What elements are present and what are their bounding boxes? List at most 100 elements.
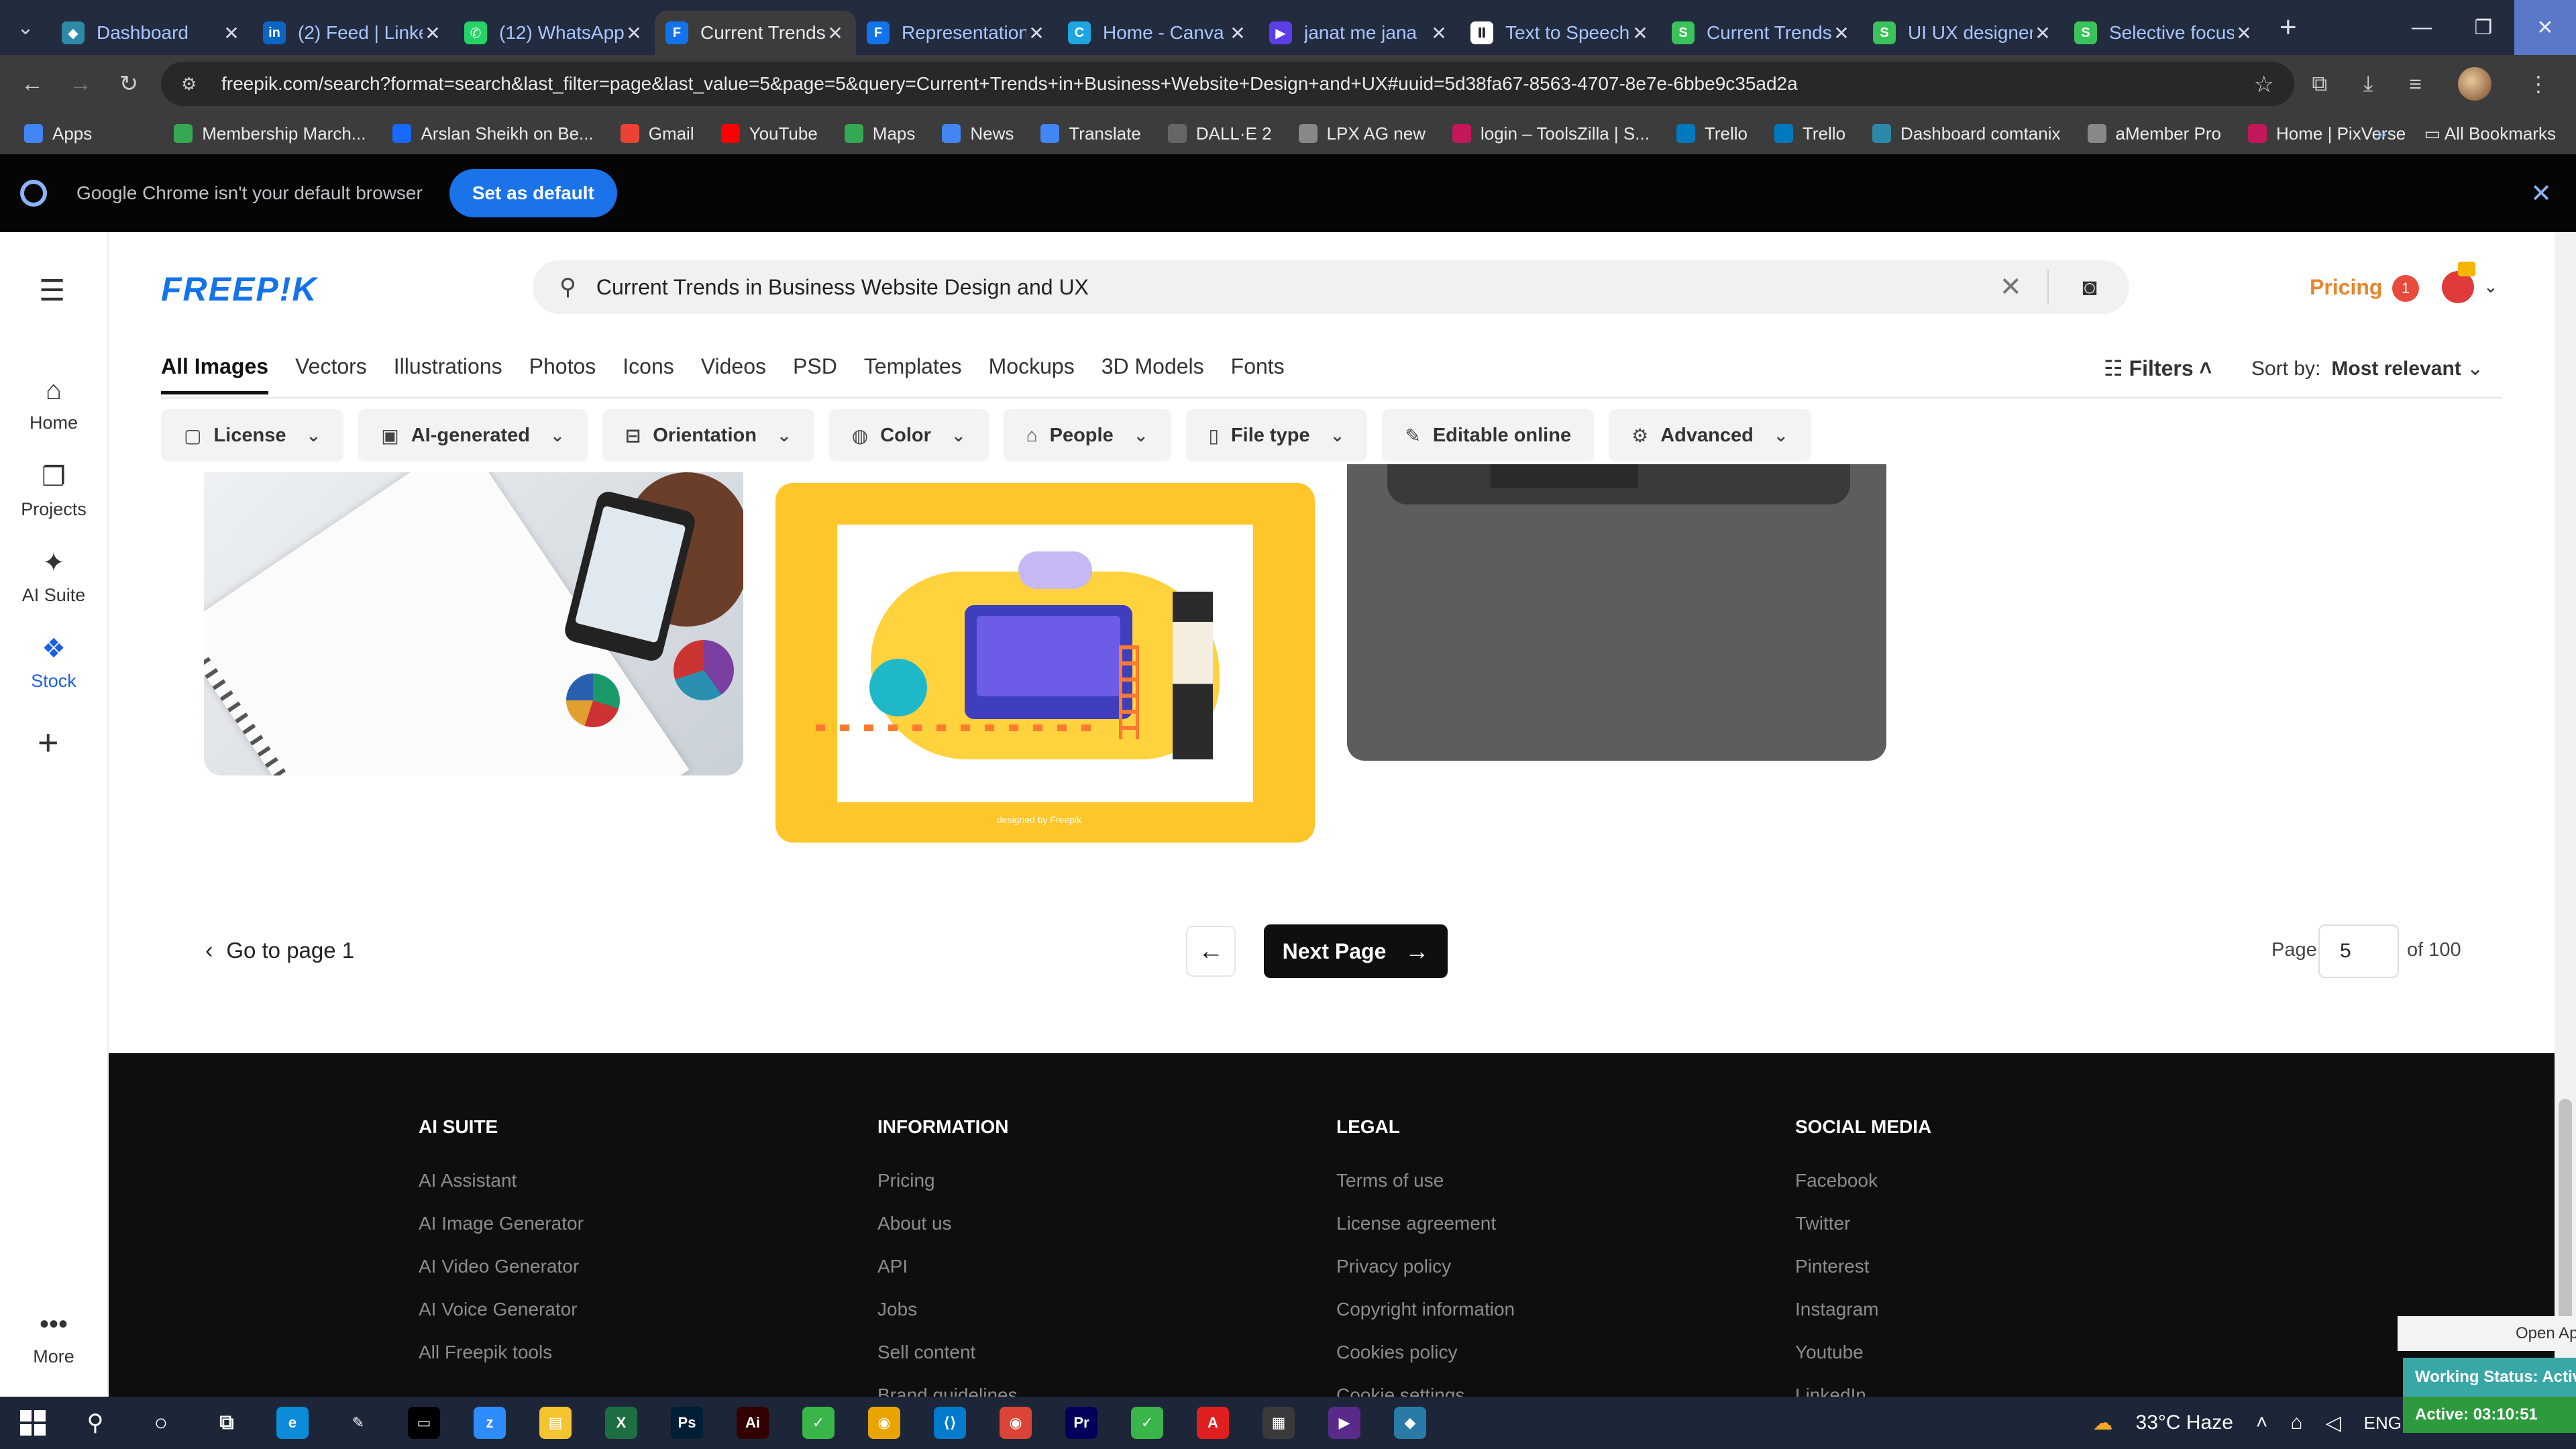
sidebar-item-more[interactable]: ••• More bbox=[0, 1309, 107, 1367]
task-view-icon[interactable]: ⧉ bbox=[211, 1407, 243, 1439]
browser-tab[interactable]: S Current Trends ✕ bbox=[1661, 11, 1862, 55]
extensions-icon[interactable]: ⧉ bbox=[2312, 71, 2327, 97]
taskbar-app-photoshop-icon[interactable]: Ps bbox=[671, 1407, 703, 1439]
footer-link[interactable]: Pinterest bbox=[1795, 1256, 1931, 1277]
windows-start-icon[interactable] bbox=[20, 1410, 46, 1436]
bookmark-item[interactable]: Membership March... bbox=[174, 123, 366, 144]
category-tab[interactable]: Illustrations bbox=[394, 354, 502, 394]
taskbar-app-app-gem-icon[interactable]: ◆ bbox=[1394, 1407, 1426, 1439]
footer-link[interactable]: All Freepik tools bbox=[419, 1342, 584, 1363]
clear-search-icon[interactable]: ✕ bbox=[1999, 272, 2022, 303]
sidebar-item-projects[interactable]: ❐ Projects bbox=[0, 462, 107, 520]
category-tab[interactable]: Videos bbox=[701, 354, 766, 394]
close-tab-icon[interactable]: ✕ bbox=[1630, 22, 1650, 44]
filter-chip-orientation[interactable]: ⊟ Orientation ⌄ bbox=[602, 409, 814, 462]
filter-chip-license[interactable]: ▢ License ⌄ bbox=[161, 409, 344, 462]
category-tab[interactable]: Photos bbox=[529, 354, 596, 394]
all-bookmarks[interactable]: ▭ All Bookmarks bbox=[2424, 123, 2556, 144]
category-tab[interactable]: 3D Models bbox=[1102, 354, 1204, 394]
browser-tab[interactable]: in (2) Feed | LinkedIn✕ bbox=[252, 11, 453, 55]
taskbar-app-zoom-icon[interactable]: z bbox=[474, 1407, 506, 1439]
chevron-down-icon[interactable]: ⌄ bbox=[2483, 276, 2498, 297]
search-icon[interactable]: ⚲ bbox=[79, 1407, 111, 1439]
close-tab-icon[interactable]: ✕ bbox=[825, 22, 845, 44]
footer-link[interactable]: Cookies policy bbox=[1336, 1342, 1515, 1363]
browser-tab[interactable]: C Home - Canva ✕ bbox=[1057, 11, 1258, 55]
taskbar-app-calculator-icon[interactable]: ▦ bbox=[1263, 1407, 1295, 1439]
bookmark-item[interactable]: Arslan Sheikh on Be... bbox=[392, 123, 594, 144]
bookmark-item[interactable]: Dashboard comtanix bbox=[1872, 123, 2061, 144]
browser-tab[interactable]: ✆ (12) WhatsApp ✕ bbox=[453, 11, 655, 55]
bookmark-item[interactable]: YouTube bbox=[720, 123, 818, 144]
sidebar-item-ai-suite[interactable]: ✦ AI Suite bbox=[0, 547, 107, 606]
freepik-logo[interactable]: FREEP!K bbox=[161, 270, 317, 309]
bookmark-item[interactable]: LPX AG new bbox=[1298, 123, 1426, 144]
close-tab-icon[interactable]: ✕ bbox=[221, 22, 241, 44]
category-tab[interactable]: Icons bbox=[623, 354, 674, 394]
taskbar-app-media-icon[interactable]: ▶ bbox=[1328, 1407, 1360, 1439]
open-app-button[interactable]: Open App bbox=[2398, 1316, 2576, 1351]
filter-chip-advanced[interactable]: ⚙ Advanced ⌄ bbox=[1609, 409, 1811, 462]
hamburger-menu-icon[interactable]: ☰ bbox=[39, 274, 65, 308]
go-to-page-1-link[interactable]: ‹ Go to page 1 bbox=[205, 938, 354, 964]
footer-link[interactable]: Pricing bbox=[877, 1170, 1018, 1191]
close-tab-icon[interactable]: ✕ bbox=[1831, 22, 1851, 44]
bookmark-item[interactable]: login – ToolsZilla | S... bbox=[1452, 123, 1650, 144]
media-control-icon[interactable]: ≡ bbox=[2409, 72, 2422, 97]
address-bar[interactable]: ⚙ freepik.com/search?format=search&last_… bbox=[161, 62, 2294, 106]
next-page-button[interactable]: Next Page → bbox=[1264, 924, 1448, 978]
sidebar-item-home[interactable]: ⌂ Home bbox=[0, 376, 107, 433]
category-tab[interactable]: Templates bbox=[864, 354, 962, 394]
bookmark-item[interactable]: Apps bbox=[24, 123, 92, 144]
network-icon[interactable]: ⌂ bbox=[2290, 1411, 2302, 1434]
filter-chip-file-type[interactable]: ▯ File type ⌄ bbox=[1185, 409, 1368, 462]
taskbar-app-files-icon[interactable]: ▤ bbox=[539, 1407, 572, 1439]
search-input[interactable]: Current Trends in Business Website Desig… bbox=[596, 275, 1089, 300]
category-tab[interactable]: Fonts bbox=[1231, 354, 1285, 394]
footer-link[interactable]: Copyright information bbox=[1336, 1299, 1515, 1320]
download-icon[interactable]: ⤓ bbox=[2363, 71, 2373, 97]
previous-page-button[interactable]: ← bbox=[1186, 926, 1236, 977]
category-tab[interactable]: Mockups bbox=[989, 354, 1075, 394]
bookmark-item[interactable]: News bbox=[942, 123, 1014, 144]
close-tab-icon[interactable]: ✕ bbox=[423, 22, 443, 44]
close-tab-icon[interactable]: ✕ bbox=[2033, 22, 2053, 44]
footer-link[interactable]: Facebook bbox=[1795, 1170, 1931, 1191]
footer-link[interactable]: License agreement bbox=[1336, 1213, 1515, 1234]
back-icon[interactable]: ← bbox=[16, 68, 48, 100]
restore-icon[interactable]: ❐ bbox=[2453, 0, 2514, 55]
filter-chip-color[interactable]: ◍ Color ⌄ bbox=[828, 409, 989, 462]
search-bar[interactable]: ⚲ Current Trends in Business Website Des… bbox=[533, 260, 2129, 314]
filter-chip-editable-online[interactable]: ✎ Editable online bbox=[1382, 409, 1595, 462]
close-tab-icon[interactable]: ✕ bbox=[1429, 22, 1449, 44]
result-image-business-notebook[interactable] bbox=[204, 472, 743, 775]
taskbar-app-premiere-icon[interactable]: Pr bbox=[1065, 1407, 1097, 1439]
bookmark-item[interactable]: Maps bbox=[844, 123, 915, 144]
close-window-icon[interactable]: ✕ bbox=[2514, 0, 2576, 55]
taskbar-app-chrome-active-icon[interactable]: ◉ bbox=[1000, 1407, 1032, 1439]
new-tab-button[interactable]: + bbox=[2279, 11, 2297, 44]
category-tab[interactable]: All Images bbox=[161, 354, 269, 394]
browser-tab[interactable]: S Selective focus ✕ bbox=[2063, 11, 2265, 55]
footer-link[interactable]: Terms of use bbox=[1336, 1170, 1515, 1191]
taskbar-app-acrobat-icon[interactable]: A bbox=[1197, 1407, 1229, 1439]
filter-chip-ai-generated[interactable]: ▣ AI-generated ⌄ bbox=[358, 409, 588, 462]
bookmark-item[interactable]: Trello bbox=[1676, 123, 1748, 144]
footer-link[interactable]: AI Video Generator bbox=[419, 1256, 584, 1277]
taskbar-app-illustrator-icon[interactable]: Ai bbox=[737, 1407, 769, 1439]
browser-tab[interactable]: ▶ janat me jana ✕ bbox=[1258, 11, 1460, 55]
sort-dropdown[interactable]: Sort by: Most relevant ⌄ bbox=[2251, 357, 2483, 380]
taskbar-app-chrome-icon[interactable]: ◉ bbox=[868, 1407, 900, 1439]
close-infobar-icon[interactable]: ✕ bbox=[2530, 178, 2552, 209]
chrome-menu-icon[interactable]: ⋮ bbox=[2528, 71, 2549, 97]
site-info-icon[interactable]: ⚙ bbox=[181, 74, 201, 94]
result-image-dark-mockup[interactable] bbox=[1347, 464, 1886, 761]
taskbar-app-pen-icon[interactable]: ✎ bbox=[342, 1407, 374, 1439]
footer-link[interactable]: API bbox=[877, 1256, 1018, 1277]
bookmark-star-icon[interactable]: ☆ bbox=[2254, 71, 2274, 98]
more-bookmarks-icon[interactable]: » bbox=[2377, 123, 2386, 144]
volume-icon[interactable]: ◁ bbox=[2326, 1411, 2341, 1435]
taskbar-app-excel-icon[interactable]: X bbox=[605, 1407, 637, 1439]
footer-link[interactable]: About us bbox=[877, 1213, 1018, 1234]
taskbar-app-vscode-icon[interactable]: ⟨⟩ bbox=[934, 1407, 966, 1439]
